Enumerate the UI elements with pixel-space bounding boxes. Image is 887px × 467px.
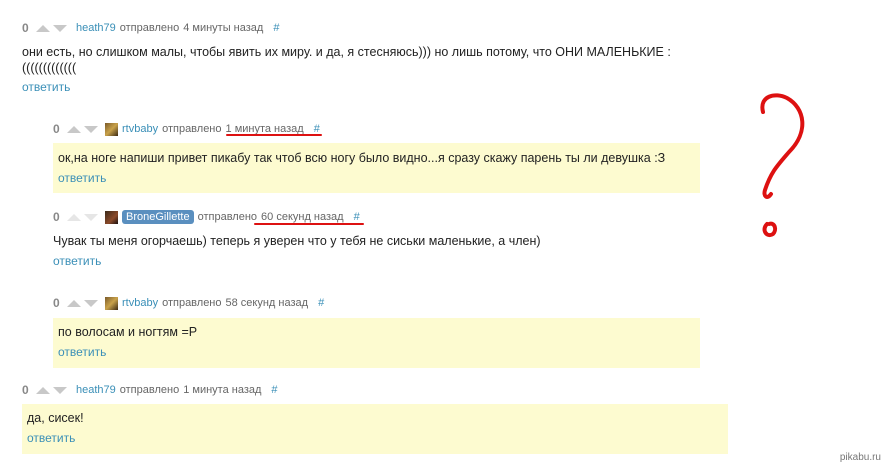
avatar[interactable] bbox=[105, 122, 118, 136]
comment-meta: 0 rtvbaby отправлено 58 секунд назад # bbox=[53, 295, 324, 311]
comment-text: Чувак ты меня огорчаешь) теперь я уверен… bbox=[53, 234, 541, 248]
comment-author[interactable]: heath79 bbox=[76, 384, 116, 396]
permalink-link[interactable]: # bbox=[354, 211, 360, 223]
comment-text-line: ((((((((((((( bbox=[22, 61, 77, 75]
comment-text: они есть, но слишком малы, чтобы явить и… bbox=[22, 44, 702, 76]
comment-highlight-box bbox=[22, 404, 728, 454]
permalink-link[interactable]: # bbox=[271, 384, 277, 396]
sent-label: отправлено bbox=[162, 123, 222, 135]
comment-time: 4 минуты назад bbox=[183, 22, 264, 34]
reply-link[interactable]: ответить bbox=[22, 80, 70, 94]
sent-label: отправлено bbox=[162, 297, 222, 309]
comment-author[interactable]: rtvbaby bbox=[122, 123, 158, 135]
upvote-arrow-icon[interactable] bbox=[67, 299, 81, 307]
downvote-arrow-icon[interactable] bbox=[84, 125, 98, 133]
reply-link[interactable]: ответить bbox=[53, 254, 101, 268]
comment-author[interactable]: rtvbaby bbox=[122, 297, 158, 309]
comment-meta: 0 heath79 отправлено 4 минуты назад # bbox=[22, 20, 279, 36]
comment-time: 58 секунд назад bbox=[225, 297, 309, 309]
permalink-link[interactable]: # bbox=[273, 22, 279, 34]
comment-author[interactable]: BroneGillette bbox=[122, 210, 194, 224]
comment-rating: 0 bbox=[22, 21, 29, 35]
comment-time: 1 минута назад bbox=[183, 384, 262, 396]
comment-meta: 0 heath79 отправлено 1 минута назад # bbox=[22, 382, 278, 398]
red-underline-annotation bbox=[254, 223, 364, 225]
permalink-link[interactable]: # bbox=[318, 297, 324, 309]
upvote-arrow-icon[interactable] bbox=[36, 24, 50, 32]
sent-label: отправлено bbox=[119, 22, 180, 34]
upvote-arrow-icon[interactable] bbox=[67, 213, 81, 221]
avatar[interactable] bbox=[105, 210, 118, 224]
downvote-arrow-icon[interactable] bbox=[84, 299, 98, 307]
comment-rating: 0 bbox=[22, 383, 29, 397]
comment-text: ок,на ноге напиши привет пикабу так чтоб… bbox=[58, 151, 666, 165]
downvote-arrow-icon[interactable] bbox=[53, 24, 67, 32]
downvote-arrow-icon[interactable] bbox=[84, 213, 98, 221]
reply-link[interactable]: ответить bbox=[27, 431, 75, 445]
reply-link[interactable]: ответить bbox=[58, 171, 106, 185]
question-mark-annotation bbox=[760, 93, 805, 237]
comment-text: по волосам и ногтям =Р bbox=[58, 325, 198, 339]
comment-time: 60 секунд назад bbox=[261, 211, 344, 223]
watermark: pikabu.ru bbox=[839, 452, 881, 463]
avatar[interactable] bbox=[105, 296, 118, 310]
downvote-arrow-icon[interactable] bbox=[53, 386, 67, 394]
reply-link[interactable]: ответить bbox=[58, 345, 106, 359]
sent-label: отправлено bbox=[119, 384, 180, 396]
comment-rating: 0 bbox=[53, 296, 60, 310]
comment-rating: 0 bbox=[53, 210, 60, 224]
red-underline-annotation bbox=[226, 134, 322, 136]
comment-text-line: они есть, но слишком малы, чтобы явить и… bbox=[22, 45, 671, 59]
comment-rating: 0 bbox=[53, 122, 60, 136]
sent-label: отправлено bbox=[197, 211, 258, 223]
comment-text: да, сисек! bbox=[27, 411, 84, 425]
comment-author[interactable]: heath79 bbox=[76, 22, 116, 34]
upvote-arrow-icon[interactable] bbox=[67, 125, 81, 133]
upvote-arrow-icon[interactable] bbox=[36, 386, 50, 394]
